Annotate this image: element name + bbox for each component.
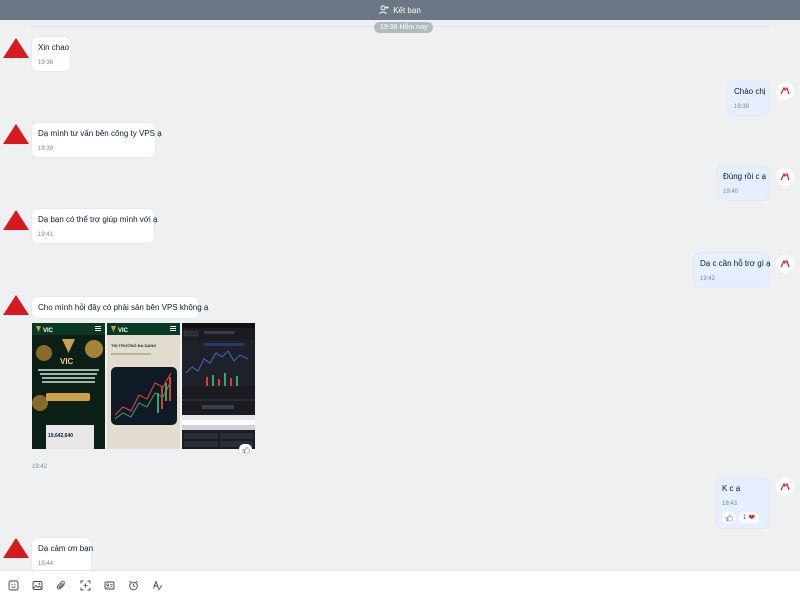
app-screenshot-vic: VIC VIC 19,642,640 xyxy=(32,323,105,449)
message-text: Xin chao xyxy=(38,43,70,52)
add-friend-icon[interactable] xyxy=(379,5,389,15)
app-screenshot-market: VIC THỊ TRƯỜNG ĐA DẠNG xyxy=(107,323,180,449)
message-text: Cho mình hỏi đây có phải sản bên VPS khô… xyxy=(38,303,209,312)
message-bubble[interactable]: Đúng rồi c ạ 19:40 xyxy=(717,166,769,200)
brand-logo-icon xyxy=(780,260,790,268)
thumbs-up-icon xyxy=(725,514,733,521)
message-bubble[interactable]: Dạ cảm ơn bạn 19:44 xyxy=(32,538,94,572)
shared-image[interactable] xyxy=(182,323,255,449)
message-time: 19:40 xyxy=(723,189,739,195)
message-bubble[interactable]: Dạ bạn có thể trợ giúp mình với ạ 19:41 xyxy=(32,209,158,243)
thumbs-up-icon xyxy=(242,446,250,453)
reaction-count-value: 1 xyxy=(743,514,747,521)
contact-avatar[interactable] xyxy=(2,537,30,559)
brand-logo-icon xyxy=(780,483,790,491)
my-avatar[interactable] xyxy=(776,82,794,100)
contact-avatar[interactable] xyxy=(2,37,30,59)
message-bubble[interactable]: Xin chao 19:38 xyxy=(32,37,70,71)
message-time: 19:39 xyxy=(38,146,54,152)
svg-text:VIC: VIC xyxy=(60,357,74,366)
message-bubble[interactable]: Chào chị 19:39 xyxy=(728,81,769,115)
attachment-icon[interactable] xyxy=(55,579,68,592)
svg-text:THỊ TRƯỜNG ĐA DẠNG: THỊ TRƯỜNG ĐA DẠNG xyxy=(111,343,156,348)
add-friend-label[interactable]: Kết bạn xyxy=(393,6,421,15)
contact-avatar[interactable] xyxy=(2,209,30,231)
my-avatar[interactable] xyxy=(776,478,794,496)
message-time: 19:41 xyxy=(38,232,54,238)
image-icon[interactable] xyxy=(31,579,44,592)
message-text: K c ạ xyxy=(722,484,741,493)
message-time: 19:43 xyxy=(722,501,738,507)
message-text: Đúng rồi c ạ xyxy=(723,172,767,181)
my-avatar[interactable] xyxy=(776,255,794,273)
card-icon[interactable] xyxy=(103,579,116,592)
reaction-bar: 1 ❤ xyxy=(722,512,763,523)
reminder-icon[interactable] xyxy=(127,579,140,592)
image-group[interactable]: VIC VIC 19,642,640 VIC THỊ TRƯỜNG ĐA DẠN… xyxy=(32,323,258,449)
message-time: 19:42 xyxy=(32,464,48,470)
chat-header: Kết bạn xyxy=(0,0,800,20)
message-bubble[interactable]: Dạ mình tư vấn bên công ty VPS ạ 19:39 xyxy=(32,123,162,157)
shared-image[interactable]: VIC VIC 19,642,640 xyxy=(32,323,105,449)
svg-text:VIC: VIC xyxy=(43,328,54,334)
contact-avatar[interactable] xyxy=(2,123,30,145)
composer-toolbar xyxy=(0,570,800,600)
message-text: Dạ c cần hỗ trợ gì ạ xyxy=(700,259,771,268)
svg-text:19,642,640: 19,642,640 xyxy=(48,433,73,439)
my-avatar[interactable] xyxy=(776,168,794,186)
message-text: Dạ bạn có thể trợ giúp mình với ạ xyxy=(38,215,158,224)
contact-avatar[interactable] xyxy=(2,294,30,316)
reaction-count[interactable]: 1 ❤ xyxy=(739,512,760,523)
message-time: 19:44 xyxy=(38,561,54,567)
svg-text:VIC: VIC xyxy=(118,328,129,334)
like-button[interactable] xyxy=(722,512,736,523)
message-text: Dạ cảm ơn bạn xyxy=(38,544,94,553)
message-time: 19:39 xyxy=(734,104,750,110)
heart-icon: ❤ xyxy=(748,513,756,522)
brand-logo-icon xyxy=(780,173,790,181)
message-text: Chào chị xyxy=(734,87,766,96)
message-time: 19:42 xyxy=(700,276,716,282)
shared-image[interactable]: VIC THỊ TRƯỜNG ĐA DẠNG xyxy=(107,323,180,449)
message-text: Dạ mình tư vấn bên công ty VPS ạ xyxy=(38,129,162,138)
message-bubble[interactable]: Cho mình hỏi đây có phải sản bên VPS khô… xyxy=(32,297,209,318)
brand-logo-icon xyxy=(780,87,790,95)
message-bubble[interactable]: K c ạ 19:43 1 ❤ xyxy=(716,478,769,528)
like-button[interactable] xyxy=(239,444,252,455)
message-bubble[interactable]: Dạ c cần hỗ trợ gì ạ 19:42 xyxy=(694,253,771,287)
format-text-icon[interactable] xyxy=(151,579,164,592)
screenshot-icon[interactable] xyxy=(79,579,92,592)
message-time: 19:38 xyxy=(38,60,54,66)
sticker-icon[interactable] xyxy=(7,579,20,592)
app-screenshot-trading xyxy=(182,323,255,447)
date-separator: 19:36 Hôm nay xyxy=(374,22,434,33)
